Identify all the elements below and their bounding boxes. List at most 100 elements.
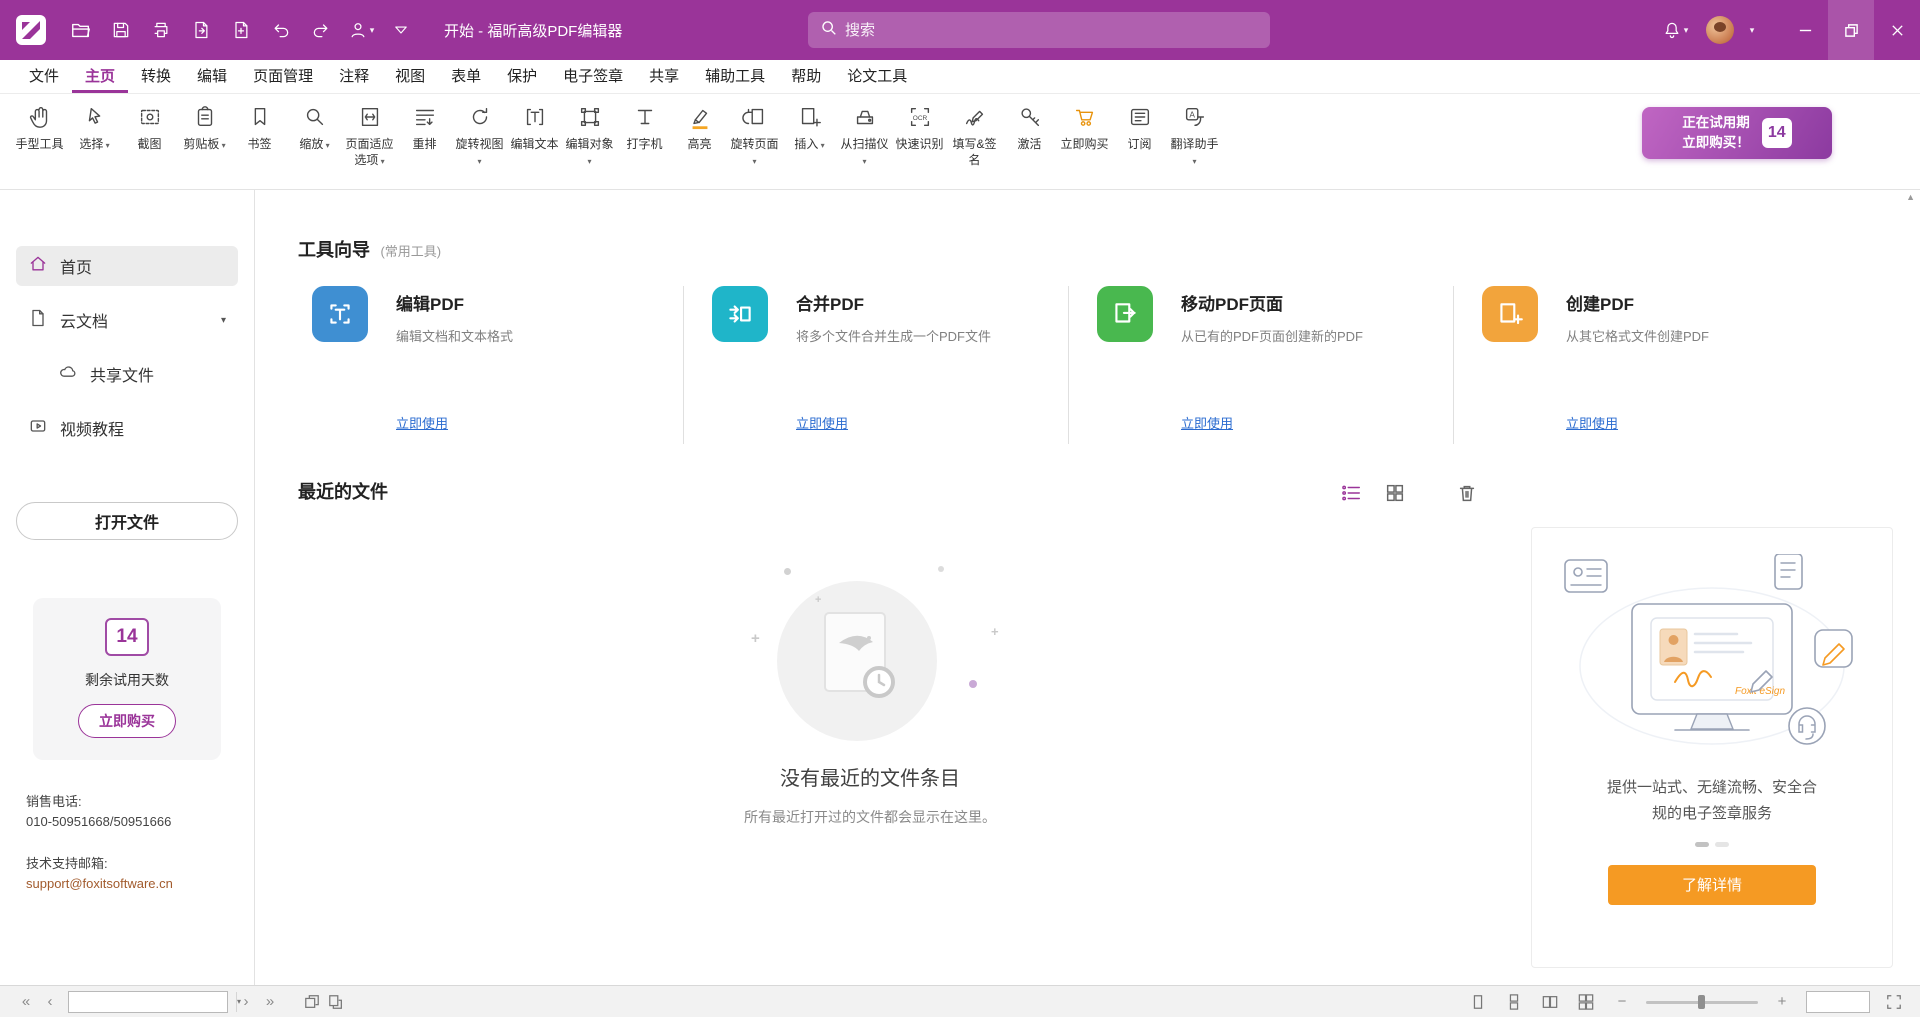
next-page-icon[interactable]: [234, 990, 258, 1014]
typewriter-icon: [632, 102, 658, 132]
menu-share[interactable]: 共享: [636, 60, 692, 93]
export-pdf-icon[interactable]: [184, 13, 218, 47]
ribbon-tool-rotate-pages[interactable]: 旋转页面: [727, 102, 782, 168]
scrollbar-up-icon[interactable]: [1906, 192, 1915, 202]
trial-buy-banner[interactable]: 正在试用期 立即购买！ 14: [1642, 107, 1832, 159]
continuous-view-icon[interactable]: [1502, 990, 1526, 1014]
ribbon-tool-from-scanner[interactable]: 从扫描仪: [837, 102, 892, 168]
menu-esign[interactable]: 电子签章: [550, 60, 636, 93]
menu-file[interactable]: 文件: [16, 60, 72, 93]
rotate-view-icon: [467, 102, 493, 132]
snapshot-view-icon[interactable]: [300, 990, 324, 1014]
select-cursor-icon: [82, 102, 108, 132]
learn-more-button[interactable]: 了解详情: [1608, 865, 1816, 905]
ribbon-tool-edit-text[interactable]: 编辑文本: [507, 102, 562, 153]
menu-protect[interactable]: 保护: [494, 60, 550, 93]
trial-days-caption: 剩余试用天数: [85, 670, 169, 690]
sidebar-item-label: 首页: [60, 254, 92, 278]
undo-icon[interactable]: [264, 13, 298, 47]
create-pdf-icon[interactable]: [224, 13, 258, 47]
buy-now-button[interactable]: 立即购买: [78, 704, 176, 738]
use-now-link[interactable]: 立即使用: [1181, 413, 1233, 432]
menu-form[interactable]: 表单: [438, 60, 494, 93]
sidebar-item-home[interactable]: 首页: [16, 246, 238, 286]
carousel-dot-active[interactable]: [1695, 842, 1709, 847]
ribbon-tool-rotate-view[interactable]: 旋转视图: [452, 102, 507, 168]
ribbon-tool-snapshot[interactable]: 截图: [122, 102, 177, 153]
user-avatar[interactable]: [1706, 16, 1734, 44]
share-account-icon[interactable]: [344, 13, 378, 47]
page-number-input[interactable]: [69, 992, 236, 1012]
ribbon-tool-fit-page[interactable]: 页面适应选项: [342, 102, 397, 168]
menu-paper-tools[interactable]: 论文工具: [834, 60, 920, 93]
menu-help[interactable]: 帮助: [778, 60, 834, 93]
fit-screen-icon[interactable]: [1882, 990, 1906, 1014]
use-now-link[interactable]: 立即使用: [796, 413, 848, 432]
sidebar-item-video-tutorials[interactable]: 视频教程: [16, 408, 238, 448]
menu-convert[interactable]: 转换: [128, 60, 184, 93]
zoom-in-icon[interactable]: [1770, 990, 1794, 1014]
continuous-facing-view-icon[interactable]: [1574, 990, 1598, 1014]
use-now-link[interactable]: 立即使用: [396, 413, 448, 432]
ribbon-tool-highlight[interactable]: 高亮: [672, 102, 727, 153]
last-page-icon[interactable]: [258, 990, 282, 1014]
chevron-down-icon[interactable]: [221, 315, 226, 326]
clear-recent-trash-icon[interactable]: [1456, 482, 1478, 504]
print-icon[interactable]: [144, 13, 178, 47]
ribbon-tool-ocr[interactable]: OCR 快速识别: [892, 102, 947, 153]
carousel-dot[interactable]: [1715, 842, 1729, 847]
sidebar-item-cloud-docs[interactable]: 云文档: [16, 300, 238, 340]
ribbon-tool-subscribe[interactable]: 订阅: [1112, 102, 1167, 153]
grid-view-icon[interactable]: [1384, 482, 1406, 504]
search-input[interactable]: [845, 22, 1258, 39]
ribbon-tool-zoom[interactable]: 缩放: [287, 102, 342, 153]
redo-icon[interactable]: [304, 13, 338, 47]
minimize-button[interactable]: [1782, 0, 1828, 60]
search-box[interactable]: [808, 12, 1270, 48]
ribbon-tool-translate[interactable]: A 翻译助手: [1167, 102, 1222, 168]
close-button[interactable]: [1874, 0, 1920, 60]
menu-view[interactable]: 视图: [382, 60, 438, 93]
support-email-link[interactable]: support@foxitsoftware.cn: [26, 874, 254, 894]
open-file-icon[interactable]: [64, 13, 98, 47]
card-create-pdf: 创建PDF 从其它格式文件创建PDF 立即使用: [1453, 286, 1838, 444]
save-icon[interactable]: [104, 13, 138, 47]
ribbon-tool-clipboard[interactable]: 剪贴板: [177, 102, 232, 153]
use-now-link[interactable]: 立即使用: [1566, 413, 1618, 432]
notifications-bell-icon[interactable]: [1658, 13, 1692, 47]
single-page-view-icon[interactable]: [1466, 990, 1490, 1014]
menu-home[interactable]: 主页: [72, 60, 128, 93]
menu-comment[interactable]: 注释: [326, 60, 382, 93]
copy-view-icon[interactable]: [324, 990, 348, 1014]
zoom-out-icon[interactable]: [1610, 990, 1634, 1014]
menu-edit[interactable]: 编辑: [184, 60, 240, 93]
cloud-doc-icon: [28, 308, 48, 333]
ribbon-tool-typewriter[interactable]: 打字机: [617, 102, 672, 153]
facing-view-icon[interactable]: [1538, 990, 1562, 1014]
menu-page-management[interactable]: 页面管理: [240, 60, 326, 93]
ribbon-tool-activate[interactable]: 激活: [1002, 102, 1057, 153]
ribbon-tool-insert-pages[interactable]: 插入: [782, 102, 837, 153]
ribbon-tool-edit-object[interactable]: 编辑对象: [562, 102, 617, 168]
window-title: 开始 - 福昕高级PDF编辑器: [444, 20, 622, 41]
ribbon-tool-fill-sign[interactable]: 填写&签名: [947, 102, 1002, 168]
sidebar-item-shared-files[interactable]: 共享文件: [16, 354, 238, 394]
collapse-ribbon-icon[interactable]: [384, 13, 418, 47]
ribbon-tool-bookmark[interactable]: 书签: [232, 102, 287, 153]
ribbon-tool-select[interactable]: 选择: [67, 102, 122, 153]
account-dropdown-caret-icon[interactable]: [1734, 13, 1768, 47]
list-view-icon[interactable]: [1340, 482, 1362, 504]
restore-window-button[interactable]: [1828, 0, 1874, 60]
ribbon-tool-buy-now[interactable]: 立即购买: [1057, 102, 1112, 153]
zoom-slider-thumb[interactable]: [1698, 995, 1705, 1009]
open-file-button[interactable]: 打开文件: [16, 502, 238, 540]
sales-phone-number: 010-50951668/50951666: [26, 812, 254, 832]
zoom-value-input[interactable]: [1807, 992, 1869, 1012]
ribbon-tool-hand[interactable]: 手型工具: [12, 102, 67, 153]
first-page-icon[interactable]: [14, 990, 38, 1014]
ribbon-tool-reflow[interactable]: 重排: [397, 102, 452, 153]
zoom-slider[interactable]: [1646, 994, 1758, 1010]
hand-icon: [27, 102, 53, 132]
previous-page-icon[interactable]: [38, 990, 62, 1014]
menu-accessibility[interactable]: 辅助工具: [692, 60, 778, 93]
